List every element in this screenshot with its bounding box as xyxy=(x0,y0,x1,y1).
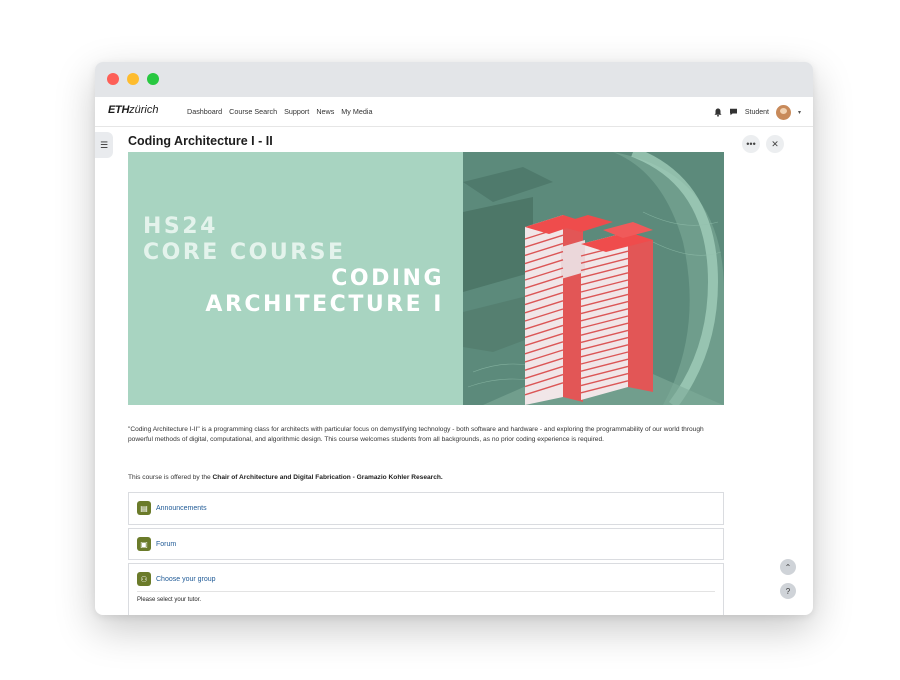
nav-link-my-media[interactable]: My Media xyxy=(341,107,372,116)
close-button[interactable]: ✕ xyxy=(766,135,784,153)
more-icon: ••• xyxy=(746,139,756,149)
activity-announcements[interactable]: ▤ Announcements xyxy=(128,492,724,525)
page-title: Coding Architecture I - II xyxy=(128,134,273,148)
bell-icon[interactable] xyxy=(714,108,722,117)
banner-line-architecture: ARCHITECTURE I xyxy=(205,292,444,317)
user-name[interactable]: Student xyxy=(745,109,769,116)
activity-link-forum[interactable]: Forum xyxy=(156,541,176,548)
minimize-window-button[interactable] xyxy=(127,73,139,85)
divider xyxy=(137,591,715,592)
top-navbar: ETHzürich Dashboard Course Search Suppor… xyxy=(95,97,813,127)
more-options-button[interactable]: ••• xyxy=(742,135,760,153)
close-window-button[interactable] xyxy=(107,73,119,85)
group-icon: ⚇ xyxy=(137,572,151,586)
banner-line-hs24: HS24 xyxy=(143,214,218,239)
course-description: "Coding Architecture I-II" is a programm… xyxy=(128,426,704,443)
nav-link-news[interactable]: News xyxy=(316,107,334,116)
scroll-top-button[interactable]: ⌃ xyxy=(780,559,796,575)
help-button[interactable]: ? xyxy=(780,583,796,599)
logo-eth-text: ETH xyxy=(108,104,130,116)
activity-header: ⚇ Choose your group xyxy=(137,572,216,586)
zoom-window-button[interactable] xyxy=(147,73,159,85)
messages-icon[interactable] xyxy=(729,108,738,116)
offered-prefix: This course is offered by the xyxy=(128,474,213,481)
nav-link-dashboard[interactable]: Dashboard xyxy=(187,107,222,116)
user-avatar[interactable] xyxy=(775,104,791,120)
forum-icon: ▣ xyxy=(137,537,151,551)
activity-header: ▣ Forum xyxy=(137,537,176,551)
offered-by-text: This course is offered by the Chair of A… xyxy=(128,474,443,481)
activity-description: Please select your tutor. xyxy=(137,597,202,603)
banner-heading-1: HS24 CORE COURSE xyxy=(143,214,346,266)
list-icon: ☰ xyxy=(99,139,109,150)
eth-logo[interactable]: ETHzürich xyxy=(108,104,158,116)
nav-link-course-search[interactable]: Course Search xyxy=(229,107,277,116)
chevron-down-icon[interactable]: ▾ xyxy=(798,109,801,116)
banner-line-coding: CODING xyxy=(331,266,444,291)
nav-link-support[interactable]: Support xyxy=(284,107,309,116)
activity-forum[interactable]: ▣ Forum xyxy=(128,528,724,560)
tower-illustration xyxy=(463,152,724,405)
chevron-up-icon: ⌃ xyxy=(784,562,792,572)
help-icon: ? xyxy=(785,586,791,596)
browser-window: ETHzürich Dashboard Course Search Suppor… xyxy=(95,62,813,615)
activity-header: ▤ Announcements xyxy=(137,501,207,515)
offered-chair[interactable]: Chair of Architecture and Digital Fabric… xyxy=(213,474,443,481)
window-titlebar xyxy=(95,62,813,97)
activity-link-announcements[interactable]: Announcements xyxy=(156,505,207,512)
banner-heading-2: CODING ARCHITECTURE I xyxy=(205,266,444,318)
banner-line-core-course: CORE COURSE xyxy=(143,240,346,265)
logo-zurich-text: zürich xyxy=(129,104,159,116)
activity-link-choose-group[interactable]: Choose your group xyxy=(156,576,216,583)
course-index-toggle[interactable]: ☰ xyxy=(95,132,113,158)
close-icon: ✕ xyxy=(771,138,779,149)
course-banner: HS24 CORE COURSE CODING ARCHITECTURE I xyxy=(128,152,724,405)
nav-right: Student ▾ xyxy=(714,103,801,121)
announcement-icon: ▤ xyxy=(137,501,151,515)
activity-choose-group[interactable]: ⚇ Choose your group Please select your t… xyxy=(128,563,724,615)
nav-links: Dashboard Course Search Support News My … xyxy=(187,107,377,116)
